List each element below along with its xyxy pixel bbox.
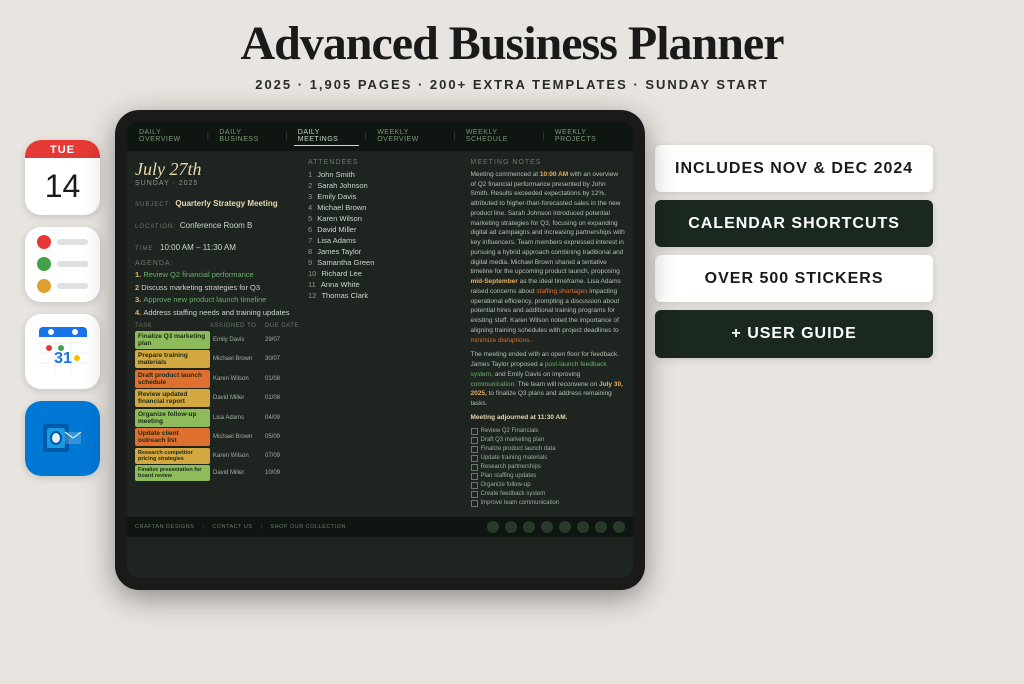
nav-weekly-schedule[interactable]: WEEKLY SCHEDULE [462, 127, 537, 145]
location-row: LOCATION: Conference Room B [135, 215, 300, 233]
task-row: Research competitor pricing strategies K… [135, 448, 300, 464]
tablet-frame: DAILY OVERVIEW | DAILY BUSINESS | DAILY … [115, 110, 645, 590]
subject-label: SUBJECT: [135, 202, 171, 208]
nav-separator: | [203, 131, 213, 142]
nav-daily-business[interactable]: DAILY BUSINESS [215, 127, 279, 145]
attendee-2: 2 Sarah Johnson [308, 181, 463, 190]
attendee-10: 10 Richard Lee [308, 269, 463, 278]
right-badges: INCLUDES NOV & DEC 2024 CALENDAR SHORTCU… [655, 110, 933, 358]
calendar-day-label: TUE [25, 140, 100, 158]
task-table: TASK ASSIGNED TO DUE DATE Finalize Q3 ma… [135, 323, 300, 482]
time-label: TIME: [135, 246, 156, 252]
task-header-date: DUE DATE [265, 323, 300, 329]
footer-icon-6[interactable] [577, 521, 589, 533]
middle-panel: ATTENDEES 1 John Smith 2 Sarah Johnson 3… [308, 159, 463, 509]
task-header-person: ASSIGNED TO [210, 323, 265, 329]
footer-links: CRAFTAN DESIGNS | CONTACT US | SHOP OUR … [135, 524, 346, 530]
header: Advanced Business Planner 2025 · 1,905 P… [0, 0, 1024, 100]
footer-icon-8[interactable] [613, 521, 625, 533]
main-content: TUE 14 [0, 110, 1024, 590]
badge-calendar-shortcuts-text: CALENDAR SHORTCUTS [675, 214, 913, 233]
notes-text-2: The meeting ended with an open floor for… [471, 350, 626, 409]
attendee-8: 8 James Taylor [308, 247, 463, 256]
task-row: Draft product launch schedule Karen Wils… [135, 370, 300, 388]
checklist: Review Q2 Financials Draft Q3 marketing … [471, 428, 626, 507]
task-header-task: TASK [135, 323, 210, 329]
task-row: Finalize presentation for board review D… [135, 465, 300, 481]
task-row: Finalize Q3 marketing plan Emily Davis 2… [135, 331, 300, 349]
badge-user-guide: + USER GUIDE [655, 310, 933, 357]
footer-icon-1[interactable] [487, 521, 499, 533]
attendee-9: 9 Samantha Green [308, 258, 463, 267]
main-title: Advanced Business Planner [0, 18, 1024, 71]
nav-daily-overview[interactable]: DAILY OVERVIEW [135, 127, 201, 145]
nav-weekly-overview[interactable]: WEEKLY OVERVIEW [373, 127, 447, 145]
location-value: Conference Room B [180, 221, 252, 230]
notes-text-3: Meeting adjourned at 11:30 AM. [471, 413, 626, 423]
footer-icon-4[interactable] [541, 521, 553, 533]
attendee-3: 3 Emily Davis [308, 192, 463, 201]
footer-link-3[interactable]: SHOP OUR COLLECTION [270, 524, 345, 530]
task-row: Review updated financial report David Mi… [135, 389, 300, 407]
attendee-12: 12 Thomas Clark [308, 291, 463, 300]
outlook-icon[interactable] [25, 401, 100, 476]
badge-user-guide-text: + USER GUIDE [675, 324, 913, 343]
time-row: TIME: 10:00 AM – 11:30 AM [135, 237, 300, 255]
notes-text: Meeting commenced at 10:00 AM with an ov… [471, 170, 626, 346]
attendee-5: 5 Karen Wilson [308, 214, 463, 223]
attendees-title: ATTENDEES [308, 159, 463, 166]
tablet-nav: DAILY OVERVIEW | DAILY BUSINESS | DAILY … [127, 122, 633, 151]
footer-link-1[interactable]: CRAFTAN DESIGNS [135, 524, 194, 530]
task-row: Organize follow-up meeting Lisa Adams 04… [135, 409, 300, 427]
subtitle-bar: 2025 · 1,905 PAGES · 200+ EXTRA TEMPLATE… [0, 77, 1024, 92]
notes-title: MEETING NOTES [471, 159, 626, 166]
tablet-date-sub: SUNDAY · 2025 [135, 180, 300, 187]
attendee-7: 7 Lisa Adams [308, 236, 463, 245]
calendar-day-number: 14 [25, 158, 100, 215]
agenda-4: 4. Address staffing needs and training u… [135, 308, 300, 318]
agenda-title: AGENDA: [135, 260, 300, 267]
reminders-icon[interactable] [25, 227, 100, 302]
svg-text:31: 31 [54, 350, 72, 367]
agenda-3: 3. Approve new product launch timeline [135, 295, 300, 305]
tablet-footer: CRAFTAN DESIGNS | CONTACT US | SHOP OUR … [127, 517, 633, 537]
footer-icon-7[interactable] [595, 521, 607, 533]
badge-stickers: OVER 500 STICKERS [655, 255, 933, 302]
nav-weekly-projects[interactable]: WEEKLY PROJECTS [551, 127, 625, 145]
attendee-11: 11 Anna White [308, 280, 463, 289]
attendee-1: 1 John Smith [308, 170, 463, 179]
left-panel: July 27th SUNDAY · 2025 SUBJECT: Quarter… [135, 159, 300, 509]
right-panel: MEETING NOTES Meeting commenced at 10:00… [471, 159, 626, 509]
badge-stickers-text: OVER 500 STICKERS [675, 269, 913, 288]
task-row: Prepare training materials Michael Brown… [135, 350, 300, 368]
subject-value: Quarterly Strategy Meeting [175, 199, 277, 208]
apple-calendar-icon[interactable]: TUE 14 [25, 140, 100, 215]
footer-icon-5[interactable] [559, 521, 571, 533]
tablet-date: July 27th [135, 159, 300, 180]
agenda-1: 1. Review Q2 financial performance [135, 270, 300, 280]
agenda-2: 2 Discuss marketing strategies for Q3 [135, 283, 300, 293]
google-calendar-icon[interactable]: 31 [25, 314, 100, 389]
attendee-4: 4 Michael Brown [308, 203, 463, 212]
time-value: 10:00 AM – 11:30 AM [160, 243, 236, 252]
task-row: Update client outreach list Michael Brow… [135, 428, 300, 446]
attendee-6: 6 David Miller [308, 225, 463, 234]
subject-row: SUBJECT: Quarterly Strategy Meeting [135, 193, 300, 211]
footer-icons [487, 521, 625, 533]
nav-daily-meetings[interactable]: DAILY MEETINGS [294, 127, 359, 146]
footer-icon-3[interactable] [523, 521, 535, 533]
badge-nov-dec: INCLUDES NOV & DEC 2024 [655, 145, 933, 192]
left-icons-column: TUE 14 [20, 110, 105, 476]
footer-link-2[interactable]: CONTACT US [212, 524, 252, 530]
badge-nov-dec-text: INCLUDES NOV & DEC 2024 [675, 159, 913, 178]
footer-icon-2[interactable] [505, 521, 517, 533]
location-label: LOCATION: [135, 224, 176, 230]
badge-calendar-shortcuts: CALENDAR SHORTCUTS [655, 200, 933, 247]
